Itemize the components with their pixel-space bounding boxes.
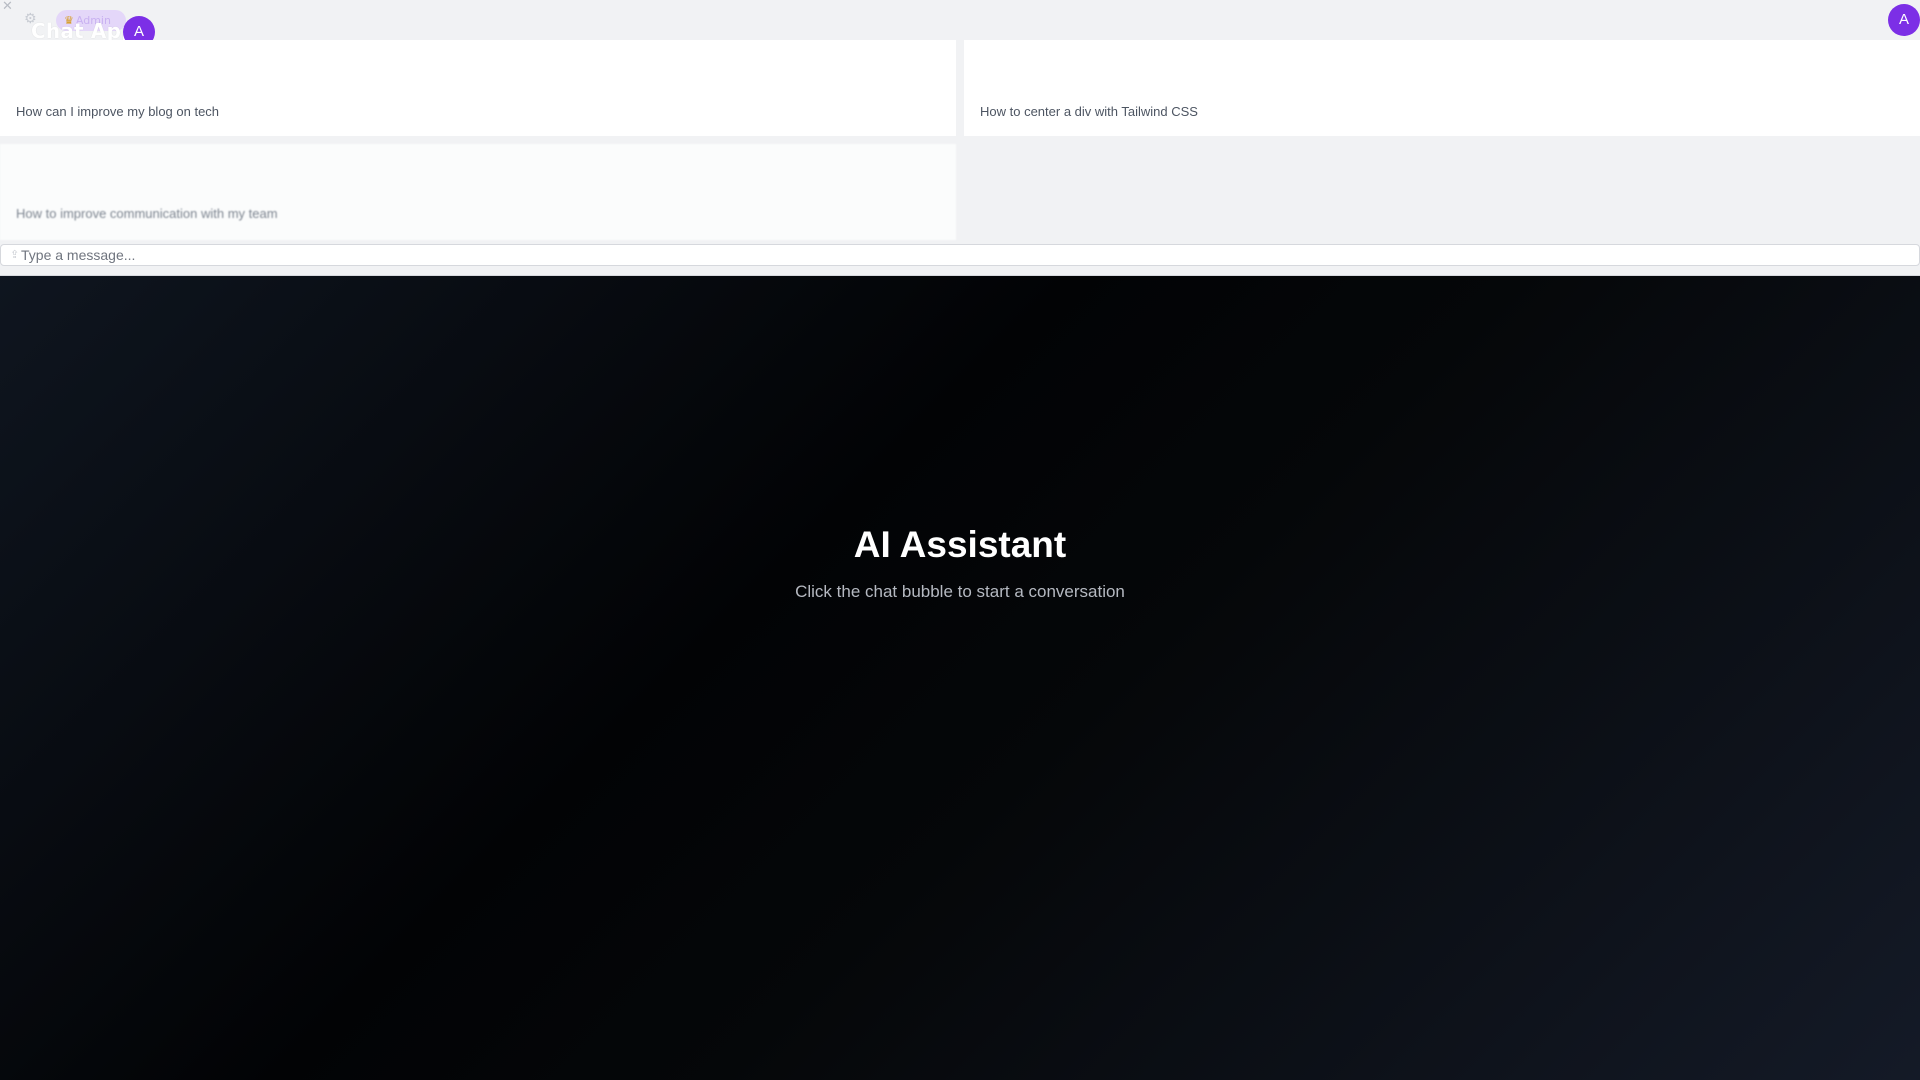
user-avatar-button[interactable]: A: [1888, 4, 1920, 36]
message-input[interactable]: [21, 245, 1901, 265]
hero-subtitle: Click the chat bubble to start a convers…: [795, 582, 1125, 601]
hero-title: AI Assistant: [853, 524, 1067, 565]
suggestion-text: How to improve communication with my tea…: [16, 206, 278, 221]
suggestion-card-empty: [964, 144, 1920, 240]
suggestion-card-communication[interactable]: How to improve communication with my tea…: [0, 144, 956, 240]
chat-panel: ✕ ⚙ ♛ Admin Chat App A A How can I improv…: [0, 0, 1920, 276]
attach-icon[interactable]: ⇪: [10, 248, 19, 262]
close-icon[interactable]: ✕: [2, 0, 13, 13]
message-composer: ⇪: [0, 244, 1920, 266]
suggestion-text: How to center a div with Tailwind CSS: [980, 104, 1198, 119]
suggestion-text: How can I improve my blog on tech: [16, 104, 220, 119]
chat-header: ✕ ⚙ ♛ Admin Chat App A A: [0, 0, 1920, 63]
suggestion-card-blog[interactable]: How can I improve my blog on tech: [0, 40, 956, 136]
suggestion-card-tailwind[interactable]: How to center a div with Tailwind CSS: [964, 40, 1920, 136]
